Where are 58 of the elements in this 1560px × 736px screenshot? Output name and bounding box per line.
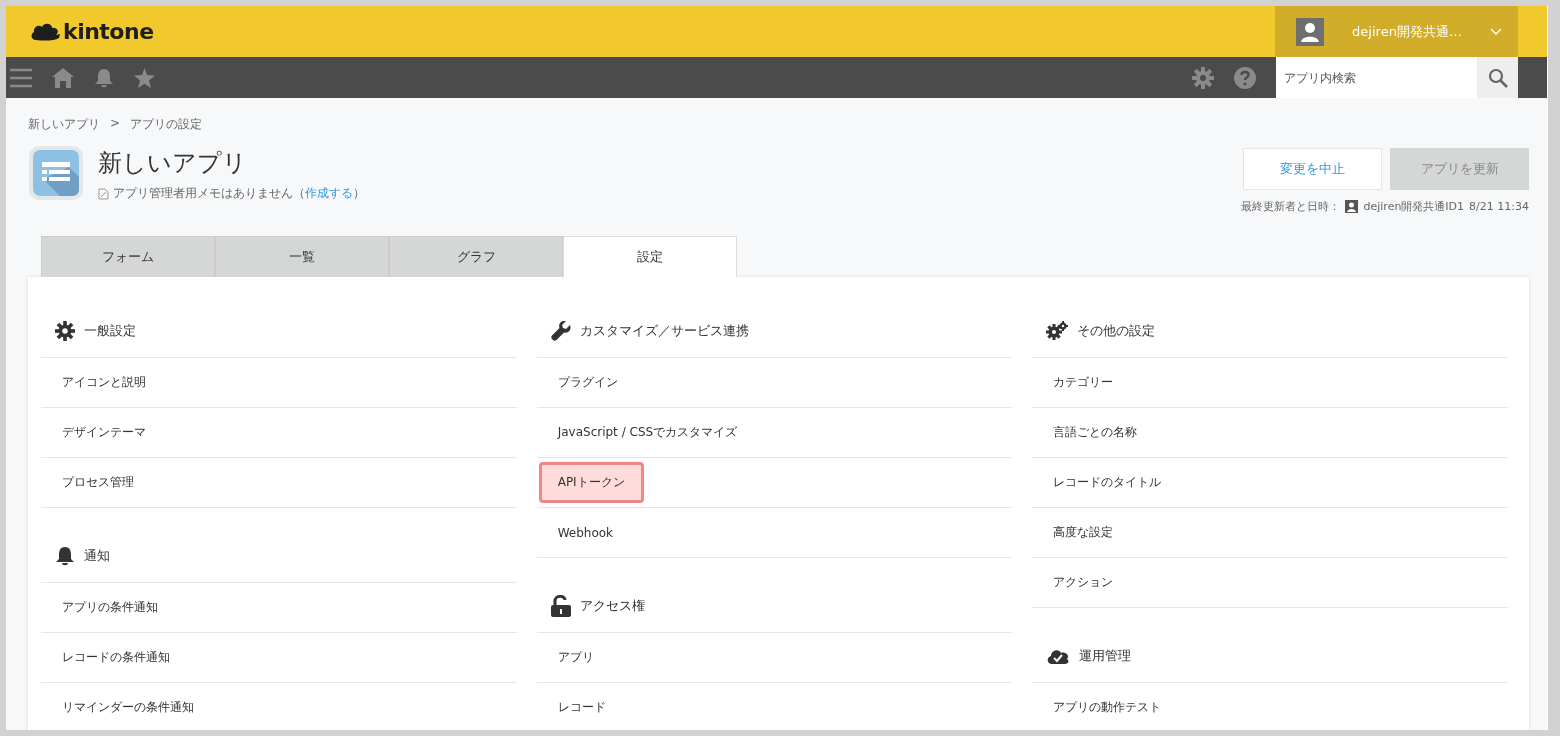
updated-user: dejiren開発共通ID1 (1363, 199, 1465, 214)
settings-link[interactable]: デザインテーマ (62, 424, 146, 441)
settings-icon[interactable] (1192, 66, 1214, 89)
gear-icon (55, 321, 75, 341)
settings-link[interactable]: カテゴリー (1053, 374, 1114, 391)
chevron-down-icon (1490, 27, 1502, 36)
app-list-icon (28, 145, 84, 201)
kintone-logo-text: kintone (63, 19, 154, 44)
settings-link[interactable]: プラグイン (557, 374, 618, 391)
search-icon (1487, 67, 1508, 88)
section-heading: その他の設定 (1077, 322, 1156, 340)
settings-link[interactable]: レコード (557, 699, 606, 716)
bell-icon (55, 546, 75, 566)
last-updated-label: 最終更新者と日時： (1241, 199, 1341, 214)
settings-link[interactable]: 言語ごとの名称 (1053, 424, 1138, 441)
section-heading: カスタマイズ／サービス連携 (579, 322, 749, 340)
section-heading: 運用管理 (1079, 647, 1132, 665)
section-heading: アクセス権 (579, 597, 645, 615)
tab[interactable]: グラフ (389, 236, 563, 277)
settings-link[interactable]: Webhook (557, 525, 614, 540)
settings-link[interactable]: APIトークン (538, 462, 644, 503)
section-heading: 一般設定 (84, 322, 136, 340)
settings-link[interactable]: レコードの条件通知 (62, 649, 170, 666)
search-button[interactable] (1477, 57, 1518, 98)
unlocked-padlock-icon (550, 595, 571, 617)
breadcrumb-separator: > (110, 116, 121, 132)
note-icon (98, 187, 109, 200)
settings-link[interactable]: アイコンと説明 (62, 374, 146, 391)
wrench-icon (550, 321, 571, 341)
tab[interactable]: フォーム (41, 236, 215, 277)
settings-link[interactable]: JavaScript / CSSでカスタマイズ (557, 424, 738, 441)
bell-icon[interactable] (94, 67, 114, 88)
cloud-logo-icon (30, 21, 60, 42)
user-avatar-icon (1296, 17, 1324, 46)
search-field[interactable]: アプリ内検索 (1276, 57, 1477, 98)
settings-link[interactable]: プロセス管理 (62, 474, 134, 491)
app-title: 新しいアプリ (98, 148, 248, 179)
help-icon[interactable] (1234, 66, 1256, 89)
settings-link[interactable]: リマインダーの条件通知 (62, 699, 194, 716)
tab[interactable]: 一覧 (215, 236, 389, 277)
user-avatar-icon (1345, 200, 1359, 213)
settings-link[interactable]: アプリの条件通知 (62, 599, 158, 616)
settings-link[interactable]: 高度な設定 (1053, 524, 1114, 541)
memo-text: アプリ管理者用メモはありません（作成する） (113, 185, 365, 202)
breadcrumb-current: アプリの設定 (130, 116, 203, 133)
settings-link[interactable]: アクション (1053, 574, 1114, 591)
gears-icon (1046, 321, 1069, 341)
settings-link[interactable]: アプリの動作テスト (1053, 699, 1162, 716)
home-icon[interactable] (52, 67, 74, 88)
updated-time: 8/21 11:34 (1469, 200, 1529, 213)
settings-link[interactable]: レコードのタイトル (1053, 474, 1162, 491)
tab[interactable]: 設定 (563, 236, 737, 277)
cloud-check-icon (1046, 647, 1071, 665)
settings-link[interactable]: アプリ (557, 649, 594, 666)
menu-icon[interactable] (10, 67, 32, 88)
section-heading: 通知 (84, 547, 110, 565)
star-icon[interactable] (134, 67, 155, 88)
breadcrumb-link[interactable]: 新しいアプリ (28, 116, 100, 133)
